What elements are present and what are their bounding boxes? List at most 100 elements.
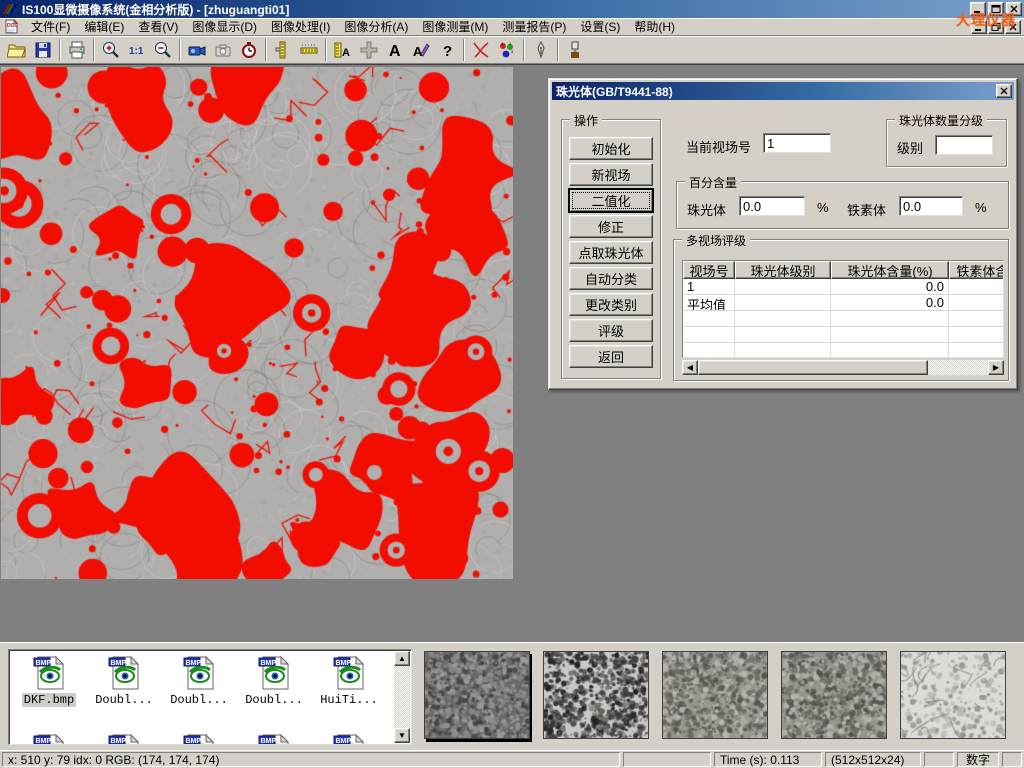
actual-size-icon: 1:1 [127, 40, 147, 60]
scroll-left-button[interactable]: ◀ [682, 360, 698, 375]
file-scrollbar[interactable]: ▲ ▼ [394, 651, 410, 743]
rating-table[interactable]: 视场号珠光体级别珠光体含量(%)铁素体含量(%) 10.0平均值0.0 [682, 260, 1004, 358]
menu-item-4[interactable]: 图像处理(I) [264, 19, 337, 35]
op-button-7[interactable]: 评级 [569, 319, 653, 342]
pearlite-percent-input[interactable] [739, 196, 805, 216]
op-button-3[interactable]: 修正 [569, 215, 653, 238]
table-row-4[interactable] [683, 343, 1003, 358]
file-item-2[interactable]: BMPDoubl... [163, 654, 235, 707]
table-col-header-0[interactable]: 视场号 [683, 261, 735, 279]
table-cell [683, 327, 735, 342]
metallograph-image[interactable] [1, 67, 513, 579]
vertical-caliper-button[interactable] [270, 38, 296, 62]
menu-item-6[interactable]: 图像测量(M) [415, 19, 495, 35]
file-name[interactable]: HuiTi... [318, 693, 380, 707]
grade-group: 珠光体数量分级 级别 [886, 119, 1007, 167]
table-row-1[interactable]: 平均值0.0 [683, 295, 1003, 311]
classify-dots-button[interactable]: 123 [494, 38, 520, 62]
help-button[interactable]: ? [434, 38, 460, 62]
horizontal-ruler-icon [299, 40, 319, 60]
op-button-4[interactable]: 点取珠光体 [569, 241, 653, 264]
menu-item-9[interactable]: 帮助(H) [627, 19, 682, 35]
scroll-right-button[interactable]: ▶ [988, 360, 1004, 375]
zoom-in-button[interactable] [98, 38, 124, 62]
file-name[interactable]: DKF.bmp [22, 693, 76, 707]
app-logo-icon [2, 2, 18, 16]
zoom-out-icon [153, 40, 173, 60]
table-horizontal-scrollbar[interactable]: ◀ ▶ [682, 360, 1004, 375]
file-item-row2-4[interactable]: BMP [313, 732, 385, 745]
table-row-0[interactable]: 10.0 [683, 279, 1003, 295]
scroll-thumb[interactable] [698, 360, 928, 375]
op-button-5[interactable]: 自动分类 [569, 267, 653, 290]
table-row-3[interactable] [683, 327, 1003, 343]
table-cell [949, 279, 1004, 294]
file-item-3[interactable]: BMPDoubl... [238, 654, 310, 707]
thumbnail-0[interactable] [424, 651, 530, 739]
table-row-2[interactable] [683, 311, 1003, 327]
file-item-row2-2[interactable]: BMP [163, 732, 235, 745]
classify-dots-icon: 123 [497, 40, 517, 60]
grade-input[interactable] [935, 135, 993, 155]
print-button[interactable] [64, 38, 90, 62]
timer-button[interactable] [236, 38, 262, 62]
annotate-button[interactable]: A [408, 38, 434, 62]
save-button[interactable] [30, 38, 56, 62]
text-a-button[interactable]: A [382, 38, 408, 62]
file-scroll-up-button[interactable]: ▲ [394, 651, 410, 666]
document-system-icon[interactable]: DOC [4, 19, 20, 34]
menu-item-5[interactable]: 图像分析(A) [337, 19, 415, 35]
menu-item-2[interactable]: 查看(V) [131, 19, 185, 35]
menu-item-3[interactable]: 图像显示(D) [185, 19, 264, 35]
actual-size-button[interactable]: 1:1 [124, 38, 150, 62]
file-name[interactable]: Doubl... [168, 693, 230, 707]
dialog-title-bar[interactable]: 珠光体(GB/T9441-88) [552, 82, 1014, 100]
file-name[interactable]: Doubl... [93, 693, 155, 707]
multifield-group: 多视场评级 视场号珠光体级别珠光体含量(%)铁素体含量(%) 10.0平均值0.… [673, 239, 1009, 381]
pan-cross-icon [359, 40, 379, 60]
file-scroll-down-button[interactable]: ▼ [394, 728, 410, 743]
menu-item-1[interactable]: 编辑(E) [77, 19, 131, 35]
file-item-4[interactable]: BMPHuiTi... [313, 654, 385, 707]
video-camera-button[interactable] [184, 38, 210, 62]
horizontal-ruler-button[interactable] [296, 38, 322, 62]
zoom-out-button[interactable] [150, 38, 176, 62]
thumbnail-2[interactable] [662, 651, 768, 739]
thumbnail-4[interactable] [900, 651, 1006, 739]
op-button-1[interactable]: 新视场 [569, 163, 653, 186]
op-button-2[interactable]: 二值化 [569, 189, 653, 212]
file-item-0[interactable]: BMPDKF.bmp [13, 654, 85, 707]
curve-tool-button[interactable] [468, 38, 494, 62]
camera-capture-button[interactable] [210, 38, 236, 62]
table-col-header-1[interactable]: 珠光体级别 [735, 261, 831, 279]
file-item-row2-3[interactable]: BMP [238, 732, 310, 745]
file-item-row2-1[interactable]: BMP [88, 732, 160, 745]
file-item-1[interactable]: BMPDoubl... [88, 654, 160, 707]
menu-item-7[interactable]: 测量报告(P) [495, 19, 573, 35]
table-cell: 0.0 [831, 295, 949, 310]
scroll-track[interactable] [928, 360, 988, 375]
measure-text-button[interactable]: A [330, 38, 356, 62]
table-col-header-2[interactable]: 珠光体含量(%) [831, 261, 949, 279]
menu-item-0[interactable]: 文件(F) [24, 19, 77, 35]
file-item-row2-0[interactable]: BMP [13, 732, 85, 745]
ferrite-percent-input[interactable] [899, 196, 963, 216]
open-file-button[interactable] [4, 38, 30, 62]
op-button-8[interactable]: 返回 [569, 345, 653, 368]
menu-item-8[interactable]: 设置(S) [573, 19, 627, 35]
pan-cross-button[interactable] [356, 38, 382, 62]
thumbnail-1[interactable] [543, 651, 649, 739]
pen-tool-button[interactable] [528, 38, 554, 62]
op-button-0[interactable]: 初始化 [569, 137, 653, 160]
status-mode: 数字 [957, 752, 999, 767]
op-button-6[interactable]: 更改类别 [569, 293, 653, 316]
status-empty-pane-3 [1002, 752, 1022, 767]
current-field-input[interactable] [763, 133, 831, 153]
svg-text:A: A [389, 43, 401, 60]
file-name[interactable]: Doubl... [243, 693, 305, 707]
file-browser[interactable]: BMPDKF.bmpBMPDoubl...BMPDoubl...BMPDoubl… [8, 649, 412, 745]
dialog-close-button[interactable] [996, 84, 1012, 98]
thumbnail-3[interactable] [781, 651, 887, 739]
brush-tool-button[interactable] [562, 38, 588, 62]
table-col-header-3[interactable]: 铁素体含量(%) [949, 261, 1004, 279]
